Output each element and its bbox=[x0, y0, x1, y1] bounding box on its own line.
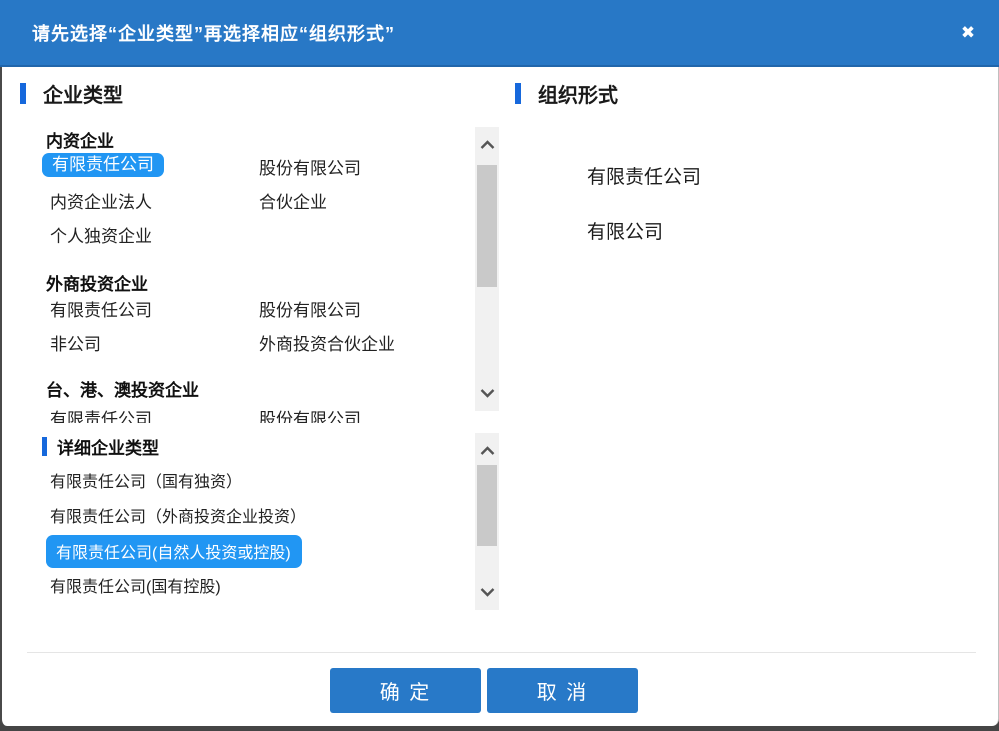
organization-form-heading: 组织形式 bbox=[515, 79, 618, 108]
selected-pill[interactable]: 有限责任公司 bbox=[42, 153, 164, 177]
list-item[interactable]: 有限责任公司 bbox=[50, 408, 152, 423]
detail-list-scrollbar[interactable] bbox=[475, 433, 499, 610]
list-item[interactable]: 股份有限公司 bbox=[259, 157, 361, 181]
scroll-down-icon[interactable] bbox=[475, 381, 499, 405]
organization-item[interactable]: 有限责任公司 bbox=[587, 162, 701, 189]
organization-item[interactable]: 有限公司 bbox=[587, 217, 663, 244]
enterprise-type-heading: 企业类型 bbox=[20, 79, 123, 108]
accent-bar bbox=[515, 83, 521, 104]
list-item[interactable]: 股份有限公司 bbox=[259, 408, 361, 423]
enterprise-list-scrollbar[interactable] bbox=[475, 127, 499, 411]
scroll-up-icon[interactable] bbox=[475, 133, 499, 157]
list-item-selected[interactable]: 有限责任公司 bbox=[42, 153, 164, 177]
dialog-title: 请先选择“企业类型”再选择相应“组织形式” bbox=[0, 20, 395, 46]
confirm-button[interactable]: 确 定 bbox=[330, 668, 481, 713]
accent-bar bbox=[20, 83, 26, 104]
enterprise-type-dialog: 请先选择“企业类型”再选择相应“组织形式” ✖ 企业类型 组织形式 内资企业 有… bbox=[0, 0, 999, 726]
list-item[interactable]: 股份有限公司 bbox=[259, 299, 361, 323]
footer-divider bbox=[27, 652, 976, 653]
enterprise-type-title: 企业类型 bbox=[43, 79, 123, 108]
group-header-domestic: 内资企业 bbox=[46, 127, 114, 152]
dialog-titlebar: 请先选择“企业类型”再选择相应“组织形式” ✖ bbox=[0, 0, 999, 67]
scrollbar-thumb[interactable] bbox=[477, 465, 497, 546]
list-item[interactable]: 内资企业法人 bbox=[50, 191, 152, 215]
accent-bar bbox=[42, 437, 47, 456]
scroll-down-icon[interactable] bbox=[475, 580, 499, 604]
detail-type-title: 详细企业类型 bbox=[57, 434, 159, 459]
detail-item[interactable]: 有限责任公司（国有独资） bbox=[50, 468, 242, 492]
list-item[interactable]: 非公司 bbox=[50, 333, 101, 357]
detail-item-selected[interactable]: 有限责任公司(自然人投资或控股) bbox=[46, 535, 302, 568]
enterprise-type-list: 内资企业 有限责任公司 股份有限公司 内资企业法人 合伙企业 个人独资企业 外商… bbox=[32, 125, 472, 423]
scrollbar-thumb[interactable] bbox=[477, 165, 497, 287]
list-item[interactable]: 有限责任公司 bbox=[50, 299, 152, 323]
list-item[interactable]: 合伙企业 bbox=[259, 191, 327, 215]
organization-form-title: 组织形式 bbox=[538, 79, 618, 108]
detail-type-heading: 详细企业类型 bbox=[42, 434, 159, 459]
detail-item[interactable]: 有限责任公司（外商投资企业投资） bbox=[50, 503, 306, 527]
list-item[interactable]: 外商投资合伙企业 bbox=[259, 333, 395, 357]
cancel-button[interactable]: 取 消 bbox=[487, 668, 638, 713]
scroll-up-icon[interactable] bbox=[475, 439, 499, 463]
group-header-foreign: 外商投资企业 bbox=[46, 270, 148, 295]
close-icon[interactable]: ✖ bbox=[955, 20, 981, 46]
group-header-hk-mo-tw: 台、港、澳投资企业 bbox=[46, 376, 199, 401]
detail-item[interactable]: 有限责任公司(国有控股) bbox=[50, 573, 221, 597]
list-item[interactable]: 个人独资企业 bbox=[50, 225, 152, 249]
